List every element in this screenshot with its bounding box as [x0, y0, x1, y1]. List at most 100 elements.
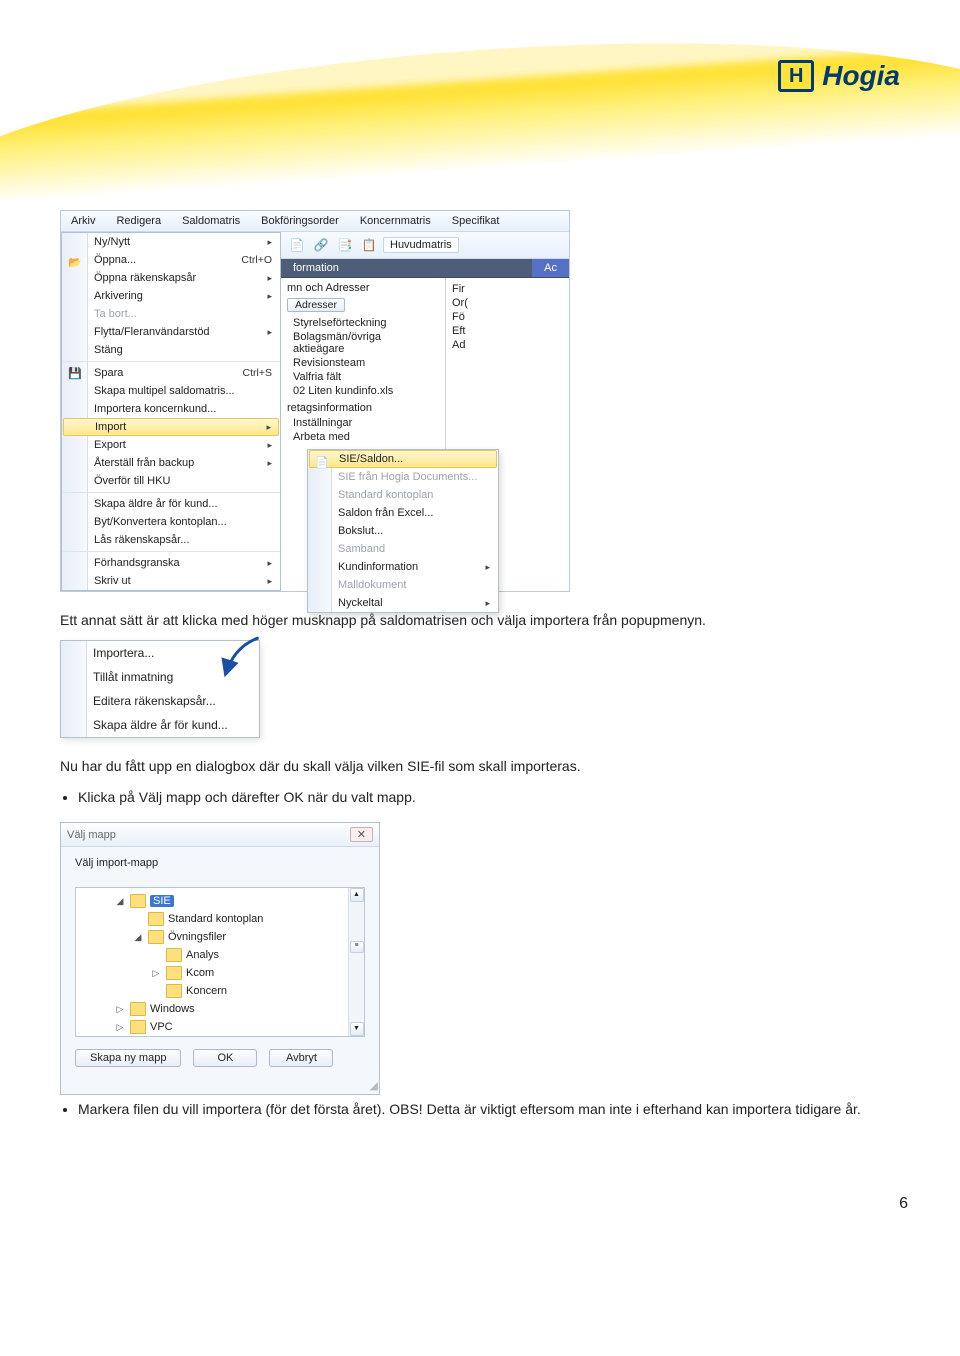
- bullet-1: Klicka på Välj mapp och därefter OK när …: [78, 787, 900, 809]
- folder-icon: [130, 1020, 146, 1034]
- page-header: H Hogia: [0, 0, 960, 200]
- dialog-subtitle: Välj import-mapp: [75, 857, 365, 869]
- submenu-item[interactable]: Malldokument: [308, 576, 498, 594]
- submenu-item[interactable]: SIE från Hogia Documents...: [308, 468, 498, 486]
- tree-item[interactable]: Inställningar: [281, 416, 445, 430]
- toolbar: 📄 🔗 📑 📋 Huvudmatris: [281, 232, 569, 259]
- menu-item[interactable]: Förhandsgranska: [62, 551, 280, 572]
- folder-tree-row[interactable]: Standard kontoplan: [76, 910, 364, 928]
- menu-item[interactable]: Överför till HKU: [62, 472, 280, 490]
- tree-item[interactable]: Revisionsteam: [281, 356, 445, 370]
- folder-tree-row[interactable]: ◢Övningsfiler: [76, 928, 364, 946]
- scroll-up-icon[interactable]: ▲: [350, 888, 364, 902]
- new-folder-button[interactable]: Skapa ny mapp: [75, 1049, 181, 1067]
- tree-item[interactable]: Valfria fält: [281, 370, 445, 384]
- tree-item[interactable]: Arbeta med: [281, 430, 445, 444]
- menu-item[interactable]: Export: [62, 436, 280, 454]
- tree-item[interactable]: 02 Liten kundinfo.xls: [281, 384, 445, 398]
- paragraph-2: Nu har du fått upp en dialogbox där du s…: [60, 756, 900, 776]
- submenu-item[interactable]: Bokslut...: [308, 522, 498, 540]
- folder-tree-row[interactable]: Analys: [76, 946, 364, 964]
- folder-icon: [166, 984, 182, 998]
- menu-item[interactable]: Ta bort...: [62, 305, 280, 323]
- page-number: 6: [0, 1195, 960, 1247]
- scroll-thumb[interactable]: ≡: [350, 941, 364, 953]
- menu-item[interactable]: Byt/Konvertera kontoplan...: [62, 513, 280, 531]
- menu-item[interactable]: Importera koncernkund...: [62, 400, 280, 418]
- menu-item[interactable]: 📂Öppna...Ctrl+O: [62, 251, 280, 269]
- submenu-item[interactable]: 📄SIE/Saldon...: [309, 450, 497, 468]
- submenu-item[interactable]: Standard kontoplan: [308, 486, 498, 504]
- menu-item[interactable]: Arkivering: [62, 287, 280, 305]
- toolbar-icon-1[interactable]: 📄: [287, 235, 307, 255]
- tree-item[interactable]: Bolagsmän/övriga aktieägare: [281, 330, 445, 356]
- folder-tree-row[interactable]: ▷Kcom: [76, 964, 364, 982]
- menu-item[interactable]: Flytta/Fleranvändarstöd: [62, 323, 280, 341]
- tree-header-1: mn och Adresser: [281, 280, 445, 296]
- submenu-item[interactable]: Saldon från Excel...: [308, 504, 498, 522]
- field-label: Fö: [452, 310, 563, 324]
- menubar-item[interactable]: Bokföringsorder: [251, 211, 350, 231]
- folder-tree-row[interactable]: ◢SIE: [76, 892, 364, 910]
- adresser-button[interactable]: Adresser: [287, 298, 345, 312]
- close-icon[interactable]: ✕: [350, 827, 373, 842]
- menubar-item[interactable]: Saldomatris: [172, 211, 251, 231]
- menu-item-icon: 💾: [67, 365, 83, 381]
- brand-mark: H: [778, 60, 814, 92]
- arkiv-menu: Ny/Nytt📂Öppna...Ctrl+OÖppna räkenskapsår…: [61, 232, 281, 591]
- scrollbar[interactable]: ▲ ≡ ▼: [348, 888, 364, 1036]
- screenshot-menu: ArkivRedigeraSaldomatrisBokföringsorderK…: [60, 210, 570, 592]
- toolbar-icon-4[interactable]: 📋: [359, 235, 379, 255]
- brand-name: Hogia: [822, 60, 900, 92]
- tab-left[interactable]: formation: [281, 259, 532, 277]
- import-submenu: 📄SIE/Saldon...SIE från Hogia Documents..…: [307, 449, 499, 613]
- context-menu-item[interactable]: Skapa äldre år för kund...: [61, 713, 259, 737]
- menu-item[interactable]: Öppna räkenskapsår: [62, 269, 280, 287]
- folder-tree-row[interactable]: ▷VPC: [76, 1018, 364, 1036]
- menu-item[interactable]: Skapa äldre år för kund...: [62, 492, 280, 513]
- folder-tree-row[interactable]: ▷Windows: [76, 1000, 364, 1018]
- menu-item[interactable]: Stäng: [62, 341, 280, 359]
- ok-button[interactable]: OK: [193, 1049, 257, 1067]
- tree-item[interactable]: Styrelseförteckning: [281, 316, 445, 330]
- tab-bar: formation Ac: [281, 259, 569, 278]
- menu-item[interactable]: Skriv ut: [62, 572, 280, 590]
- resize-grip-icon[interactable]: ◢: [61, 1079, 379, 1094]
- menu-item[interactable]: Lås räkenskapsår...: [62, 531, 280, 549]
- tree-header-2: retagsinformation: [281, 400, 445, 416]
- cancel-button[interactable]: Avbryt: [269, 1049, 333, 1067]
- menu-item[interactable]: Import: [63, 418, 279, 436]
- menubar: ArkivRedigeraSaldomatrisBokföringsorderK…: [61, 211, 569, 232]
- menu-item[interactable]: Återställ från backup: [62, 454, 280, 472]
- menu-item[interactable]: 💾SparaCtrl+S: [62, 361, 280, 382]
- field-label: Or(: [452, 296, 563, 310]
- folder-icon: [166, 948, 182, 962]
- folder-tree[interactable]: ◢SIEStandard kontoplan◢ÖvningsfilerAnaly…: [75, 887, 365, 1037]
- tab-right[interactable]: Ac: [532, 259, 569, 277]
- submenu-item[interactable]: Nyckeltal: [308, 594, 498, 612]
- field-label: Eft: [452, 324, 563, 338]
- paragraph-1: Ett annat sätt är att klicka med höger m…: [60, 610, 900, 630]
- toolbar-dropdown[interactable]: Huvudmatris: [383, 237, 459, 253]
- folder-icon: [148, 912, 164, 926]
- submenu-item[interactable]: Samband: [308, 540, 498, 558]
- folder-icon: [166, 966, 182, 980]
- dialog-title: Välj mapp: [67, 829, 116, 841]
- context-menu-item[interactable]: Editera räkenskapsår...: [61, 689, 259, 713]
- toolbar-icon-2[interactable]: 🔗: [311, 235, 331, 255]
- menubar-item[interactable]: Redigera: [106, 211, 172, 231]
- folder-icon: [130, 894, 146, 908]
- brand-logo: H Hogia: [778, 60, 900, 92]
- submenu-item[interactable]: Kundinformation: [308, 558, 498, 576]
- toolbar-icon-3[interactable]: 📑: [335, 235, 355, 255]
- menu-item-icon: 📂: [67, 254, 83, 270]
- bullet-2: Markera filen du vill importera (för det…: [78, 1099, 900, 1121]
- folder-tree-row[interactable]: Koncern: [76, 982, 364, 1000]
- menubar-item[interactable]: Arkiv: [61, 211, 106, 231]
- menubar-item[interactable]: Specifikat: [442, 211, 511, 231]
- folder-dialog: Välj mapp ✕ Välj import-mapp ◢SIEStandar…: [60, 822, 380, 1095]
- menu-item[interactable]: Ny/Nytt: [62, 233, 280, 251]
- scroll-down-icon[interactable]: ▼: [350, 1022, 364, 1036]
- menu-item[interactable]: Skapa multipel saldomatris...: [62, 382, 280, 400]
- menubar-item[interactable]: Koncernmatris: [350, 211, 442, 231]
